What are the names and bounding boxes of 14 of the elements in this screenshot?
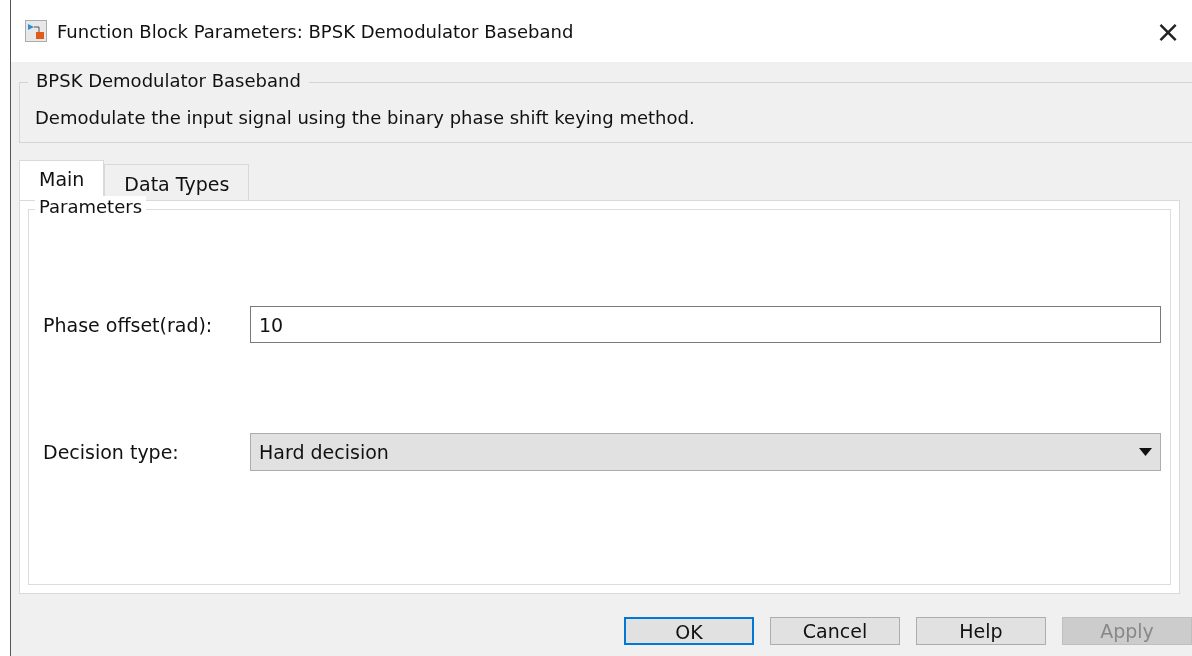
dropdown[interactable]: Hard decision bbox=[250, 433, 1161, 471]
dialog-button[interactable]: Help bbox=[916, 617, 1046, 645]
dialog-button[interactable]: Cancel bbox=[770, 617, 900, 645]
dialog-button[interactable]: OK bbox=[624, 617, 754, 645]
app-icon bbox=[25, 20, 47, 42]
close-button[interactable]: × bbox=[1144, 7, 1192, 55]
tab[interactable]: Data Types bbox=[104, 164, 250, 200]
tab[interactable]: Main bbox=[19, 160, 105, 200]
field-label: Phase offset(rad): bbox=[43, 313, 214, 336]
field-label: Decision type: bbox=[43, 441, 180, 463]
window-title: Function Block Parameters: BPSK Demodulator Baseband bbox=[57, 20, 575, 42]
caret-icon bbox=[1139, 448, 1152, 456]
description-text: Demodulate the input signal using the binary phase shift keying method. bbox=[35, 107, 696, 128]
input-field[interactable]: 10 bbox=[250, 306, 1161, 343]
